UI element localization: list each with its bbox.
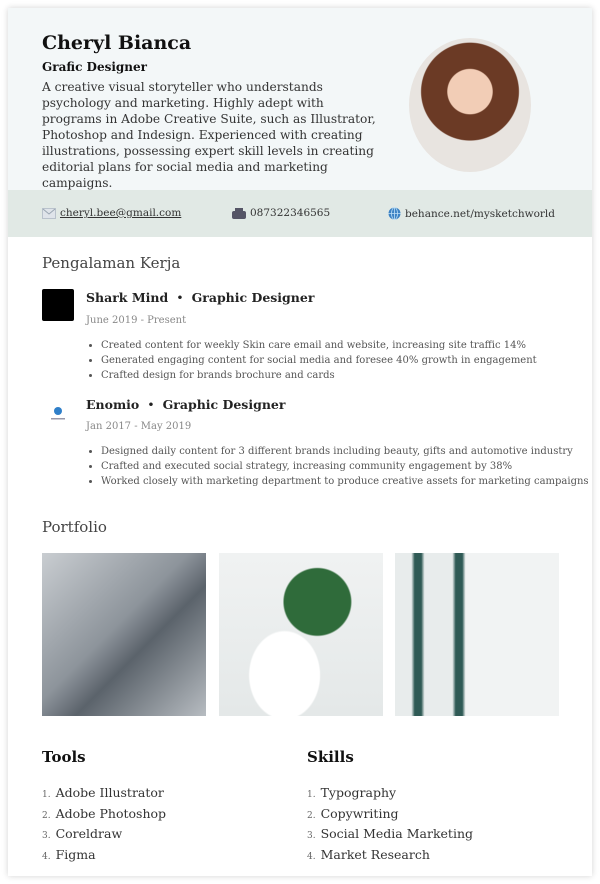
bullet: Crafted and executed social strategy, in…: [101, 459, 589, 474]
job-bullets: Created content for weekly Skin care ema…: [101, 338, 537, 383]
separator: •: [176, 290, 184, 305]
shark-mind-logo: [42, 289, 74, 321]
separator: •: [147, 397, 155, 412]
portfolio-heading: Portfolio: [42, 518, 107, 536]
bio: A creative visual storyteller who unders…: [42, 80, 376, 190]
job-title: Grafic Designer: [42, 60, 147, 74]
skills-heading: Skills: [307, 748, 354, 766]
skill-item: 4. Market Research: [307, 847, 430, 863]
email-contact[interactable]: cheryl.bee@gmail.com: [42, 207, 181, 219]
phone-icon: [232, 207, 246, 219]
globe-icon: [388, 207, 401, 220]
experience-heading: Pengalaman Kerja: [42, 254, 181, 272]
skill-item: 3. Social Media Marketing: [307, 826, 473, 842]
role: Graphic Designer: [162, 397, 286, 412]
mail-icon: [42, 207, 56, 219]
tool-item: 3. Coreldraw: [42, 826, 123, 842]
bullet: Generated engaging content for social me…: [101, 353, 537, 368]
role: Graphic Designer: [191, 290, 315, 305]
skills-list: 1. Typography 2. Copywriting 3. Social Medi…: [307, 784, 473, 867]
website-contact[interactable]: behance.net/mysketchworld: [388, 207, 555, 220]
bullet: Worked closely with marketing department…: [101, 474, 589, 489]
name: Cheryl Bianca: [42, 32, 192, 54]
company: Shark Mind: [86, 290, 169, 305]
header: Cheryl Bianca Grafic Designer A creative…: [8, 8, 592, 190]
tools-list: 1. Adobe Illustrator 2. Adobe Photoshop 3.…: [42, 784, 166, 867]
skill-item: 2. Copywriting: [307, 805, 399, 821]
portfolio-image-1[interactable]: [42, 553, 206, 716]
bullet: Crafted design for brands brochure and c…: [101, 368, 537, 383]
bullet: Created content for weekly Skin care ema…: [101, 338, 537, 353]
tool-item: 1. Adobe Illustrator: [42, 785, 164, 800]
website-link[interactable]: behance.net/mysketchworld: [405, 208, 555, 220]
tool-item: 2. Adobe Photoshop: [42, 805, 167, 821]
job-dates: Jan 2017 - May 2019: [86, 421, 192, 432]
job-bullets: Designed daily content for 3 different b…: [101, 444, 589, 489]
skill-item: 1. Typography: [307, 785, 397, 800]
phone-number: 087322346565: [250, 207, 331, 219]
company: Enomio: [86, 397, 140, 412]
bullet: Designed daily content for 3 different b…: [101, 444, 589, 459]
profile-photo: [409, 38, 531, 172]
contact-bar: cheryl.bee@gmail.com 087322346565 behanc…: [8, 190, 592, 237]
tools-heading: Tools: [42, 748, 86, 766]
job-header: Shark Mind • Graphic Designer: [86, 290, 314, 305]
enomio-logo: [42, 398, 74, 430]
phone-contact: 087322346565: [232, 207, 330, 219]
tool-item: 4. Figma: [42, 847, 96, 863]
job-header: Enomio • Graphic Designer: [86, 397, 285, 412]
job-dates: June 2019 - Present: [86, 315, 187, 326]
email-link[interactable]: cheryl.bee@gmail.com: [60, 207, 181, 219]
resume-card: Cheryl Bianca Grafic Designer A creative…: [8, 8, 592, 876]
portfolio-image-2[interactable]: [219, 553, 383, 716]
portfolio-image-3[interactable]: [395, 553, 559, 716]
